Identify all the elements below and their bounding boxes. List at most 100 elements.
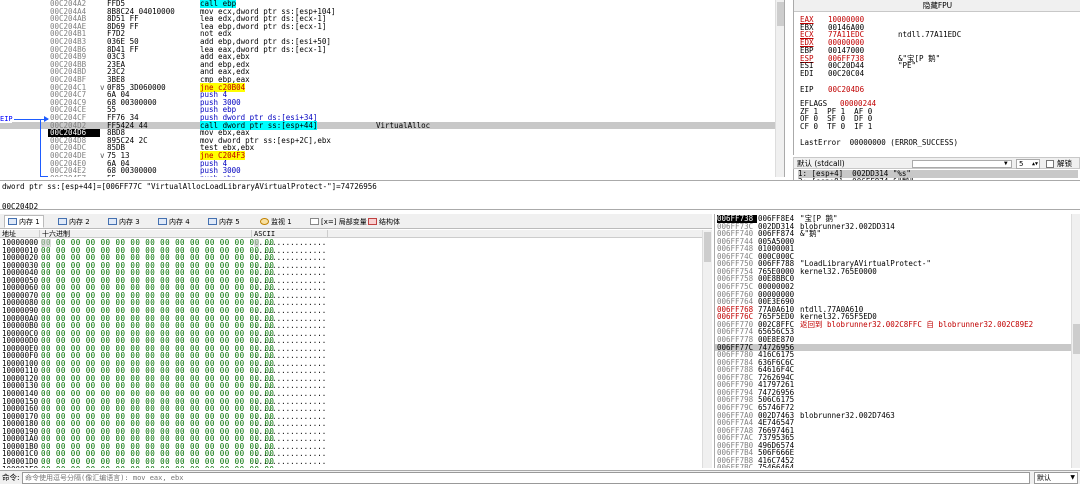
dump-tabs: 内存 1 内存 2 内存 3 内存 4 内存 5 监视 1 [x=] 局部变量 结构体 [0,214,712,229]
disasm-gutter [0,38,48,46]
unlock-checkbox[interactable] [1046,160,1054,168]
dump-scrollbar[interactable] [702,230,712,468]
flags-row[interactable]: CF 0 TF 0 IF 1 [800,123,872,131]
command-input[interactable] [22,472,1030,484]
disasm-bytes: 68 00300000 [107,97,157,107]
call-convention-select[interactable]: 默认 (stdcall) [797,159,845,169]
stack-scrollbar[interactable] [1071,214,1080,468]
disasm-scrollbar[interactable] [775,0,784,177]
disasm-address: 00C204E7 [48,175,100,177]
spinner-arrows-icon[interactable]: ▲▼ [1032,160,1038,168]
stack-view[interactable]: 006FF738 006FF8E4 "宝[P 鹅" 006FF73C 002DD314 b… [714,214,1080,468]
tab-memory-4[interactable]: 内存 4 [154,215,194,228]
memory-icon [8,218,17,225]
tab-label: 内存 4 [169,218,190,226]
info-address-line: 00C204D2 [2,202,39,211]
register-row[interactable]: EDI 00C20C04 [800,68,898,78]
memory-dump[interactable]: 地址 十六进制 ASCII 10000000 00 00 00 00 00 00 … [0,230,712,468]
register-comment: ntdll.77A11EDC [898,30,962,40]
dump-col-hex: 十六进制 [40,230,252,238]
arrow-head-icon [44,116,49,122]
stack-comment: 返回到 blobrunner32.002C8FFC 自 blobrunner32… [800,319,1034,329]
register-comment: "PE" [898,61,917,71]
tab-label: 内存 1 [19,218,40,226]
hide-fpu-toggle[interactable]: 隐藏FPU [794,0,1080,12]
command-mode-label: 默认 [1037,474,1051,482]
eip-register-row[interactable]: EIP 00C204D6 [800,84,898,94]
disasm-row[interactable]: 00C204E7 55push ebp [0,174,784,177]
chevron-down-icon: ▼ [1004,160,1008,167]
disasm-gutter [0,99,48,107]
tab-label: [x=] 局部变量 [321,218,367,226]
registers-panel[interactable]: 隐藏FPU EAX 10000000 EBX 00146A00 ECX 77A11EDC n… [793,0,1080,155]
tab-struct[interactable]: 结构体 [364,215,404,228]
memory-icon [208,218,217,225]
disasm-scroll-thumb[interactable] [777,2,784,26]
dump-row[interactable]: 100001E000 00 00 00 00 00 00 00 00 00 00… [0,465,712,468]
dump-scroll-thumb[interactable] [704,232,711,262]
disasm-row[interactable]: 00C204E2 68 00300000 push 3000 [0,166,784,176]
dump-hex-bytes[interactable]: 00 00 00 00 00 00 00 00 00 00 00 00 00 0… [41,465,274,468]
dump-ascii[interactable]: ................ [254,465,329,468]
stack-comment: kernel32.765E0000 [800,266,877,276]
disasm-gutter [0,68,48,76]
disasm-bytes: 68 00300000 [107,166,157,176]
tab-label: 结构体 [379,218,400,226]
tab-label: 监视 1 [271,218,292,226]
memory-icon [58,218,67,225]
disasm-gutter [0,8,48,16]
jump-line-icon [40,176,48,177]
tab-memory-5[interactable]: 内存 5 [204,215,244,228]
command-mode-select[interactable]: 默认 ▼ [1034,472,1078,484]
jump-marker: v [100,151,105,160]
instruction-text: push ebp [200,174,236,177]
call-convention-dropdown[interactable] [912,160,1012,168]
memory-icon [158,218,167,225]
disasm-gutter [0,91,48,99]
command-bar: 命令: 默认 ▼ [0,470,1080,484]
stack-comment: &"鹅" [800,229,822,239]
disasm-gutter [0,15,48,23]
tab-label: 内存 5 [219,218,240,226]
disasm-gutter [0,53,48,61]
register-name: EIP [800,84,814,94]
tab-watch-1[interactable]: 监视 1 [256,215,296,228]
disasm-gutter [0,76,48,84]
jump-marker: v [100,82,105,92]
register-value[interactable]: 00C204D6 [828,85,898,94]
disassembly-view[interactable]: 00C204A2 FFD5 call ebp 00C204A4 8B8C24 04010… [0,0,785,177]
info-panel: dword ptr ss:[esp+44]=[006FF77C "Virtual… [0,180,1080,211]
disasm-gutter [0,0,48,8]
disasm-row[interactable]: 00C204C9 68 00300000 push 3000 [0,97,784,107]
disasm-gutter [0,106,48,114]
variable-icon [310,218,319,225]
watch-icon [260,218,269,225]
dump-col-ascii: ASCII [252,230,328,238]
register-name: EDI [800,68,814,78]
info-operand-line: dword ptr ss:[esp+44]=[006FF77C "Virtual… [2,182,377,191]
tab-memory-1[interactable]: 内存 1 [4,215,44,228]
call-convention-bar: 默认 (stdcall) ▼ 5 ▲▼ 解锁 [793,157,1080,169]
tab-memory-2[interactable]: 内存 2 [54,215,94,228]
last-error-row: LastError 00000000 (ERROR_SUCCESS) [800,137,959,147]
disasm-gutter [0,23,48,31]
tab-locals[interactable]: [x=] 局部变量 [306,215,371,228]
tab-label: 内存 3 [119,218,140,226]
dump-header: 地址 十六进制 ASCII [0,230,712,238]
stack-value[interactable]: 75466464 [758,464,798,468]
stack-row[interactable]: 006FF7BC 75466464 [715,464,1080,468]
struct-icon [368,218,377,225]
unlock-label: 解锁 [1057,159,1072,168]
jump-line-icon [40,119,41,177]
chevron-down-icon: ▼ [1070,474,1075,481]
disasm-gutter [0,84,48,92]
stack-scroll-thumb[interactable] [1073,324,1080,354]
command-label: 命令: [2,473,20,482]
stack-comment: blobrunner32.002DD314 [800,221,895,231]
tab-memory-3[interactable]: 内存 3 [104,215,144,228]
tab-label: 内存 2 [69,218,90,226]
register-value[interactable]: 00C20C04 [828,69,898,78]
eip-marker-label: EIP [0,115,13,123]
disasm-gutter [0,46,48,54]
dump-address: 100001E0 [2,465,40,468]
